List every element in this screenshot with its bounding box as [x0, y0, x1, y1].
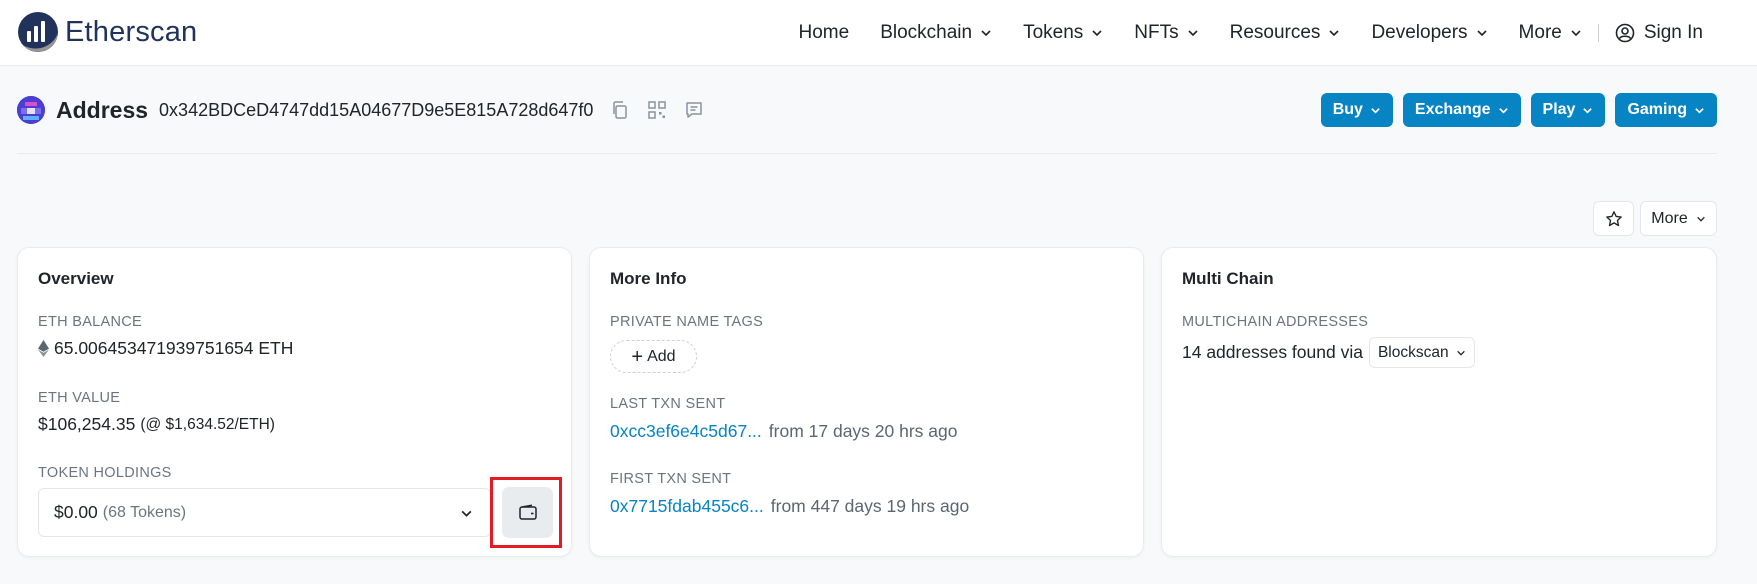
private-tags-label: PRIVATE NAME TAGS: [610, 314, 764, 330]
first-txn-hash-link[interactable]: 0x7715fdab455c6...: [610, 496, 764, 517]
token-holdings-dropdown[interactable]: $0.00 (68 Tokens): [38, 488, 491, 537]
eth-price-rate: (@ $1,634.52/ETH): [140, 415, 275, 433]
sign-in-link[interactable]: Sign In: [1615, 22, 1703, 44]
nav-home[interactable]: Home: [799, 22, 850, 44]
play-button[interactable]: Play: [1530, 93, 1606, 127]
exchange-label: Exchange: [1414, 101, 1491, 118]
nav-nfts[interactable]: NFTs: [1134, 22, 1198, 44]
star-icon: [1605, 210, 1622, 226]
etherscan-logo-icon: [18, 12, 58, 52]
chevron-down-icon: [1476, 30, 1487, 37]
last-txn: 0xcc3ef6e4c5d67... from 17 days 20 hrs a…: [610, 421, 958, 442]
nav-developers[interactable]: Developers: [1371, 22, 1487, 44]
multichain-label: MULTICHAIN ADDRESSES: [1182, 314, 1369, 330]
note-icon[interactable]: [684, 100, 704, 120]
more-label: More: [1651, 209, 1688, 227]
wallet-icon: [518, 503, 537, 520]
buy-button[interactable]: Buy: [1320, 93, 1393, 127]
gaming-button[interactable]: Gaming: [1615, 93, 1717, 127]
nav-tokens-label: Tokens: [1023, 22, 1084, 43]
token-count: (68 Tokens): [102, 503, 187, 521]
eth-value-label: ETH VALUE: [38, 390, 121, 406]
blockscan-label: Blockscan: [1377, 343, 1449, 361]
gaming-label: Gaming: [1627, 101, 1687, 118]
eth-value-amount: $106,254.35: [38, 414, 136, 434]
last-txn-hash-link[interactable]: 0xcc3ef6e4c5d67...: [610, 421, 762, 442]
eth-balance-amount: 65.006453471939751654 ETH: [54, 338, 294, 358]
eth-value: $106,254.35 (@ $1,634.52/ETH): [38, 414, 275, 435]
nav-tokens[interactable]: Tokens: [1023, 22, 1103, 44]
nav-developers-label: Developers: [1371, 22, 1468, 43]
multichain-text: 14 addresses found via: [1182, 342, 1363, 362]
buy-label: Buy: [1332, 101, 1363, 118]
plus-icon: +: [631, 345, 644, 368]
token-holdings-value: $0.00: [54, 502, 98, 522]
overview-card: Overview ETH BALANCE 65.0064534719397516…: [17, 247, 572, 557]
add-label: Add: [647, 347, 676, 365]
multi-chain-card: Multi Chain MULTICHAIN ADDRESSES 14 addr…: [1161, 247, 1717, 557]
top-navbar: Etherscan Home Blockchain Tokens NFTs Re…: [0, 0, 1757, 66]
blockie-icon: [17, 96, 45, 124]
address-title: Address: [56, 96, 149, 123]
chevron-down-icon: [1498, 107, 1508, 114]
address-hash: 0x342BDCeD4747dd15A04677D9e5E815A728d647…: [159, 99, 594, 120]
user-circle-icon: [1615, 23, 1635, 43]
chevron-down-icon: [1188, 30, 1198, 37]
first-txn-time: from 447 days 19 hrs ago: [770, 496, 970, 516]
nav-blockchain[interactable]: Blockchain: [880, 22, 992, 44]
blockscan-dropdown[interactable]: Blockscan: [1368, 337, 1475, 368]
nav-divider: [1597, 24, 1599, 42]
qr-code-icon[interactable]: [647, 100, 667, 120]
chevron-down-icon: [1583, 107, 1593, 114]
chevron-down-icon: [1695, 107, 1704, 114]
nav-resources-label: Resources: [1229, 22, 1321, 43]
favorite-button[interactable]: [1593, 201, 1634, 236]
nav-resources[interactable]: Resources: [1230, 22, 1341, 44]
sign-in-label: Sign In: [1643, 22, 1703, 43]
add-name-tag-button[interactable]: + Add: [610, 340, 697, 373]
chevron-down-icon: [1329, 30, 1340, 37]
nav-home-label: Home: [798, 22, 850, 43]
first-txn-label: FIRST TXN SENT: [610, 471, 732, 487]
nav-blockchain-label: Blockchain: [880, 22, 973, 43]
multi-chain-title: Multi Chain: [1182, 269, 1274, 288]
chevron-down-icon: [1456, 350, 1465, 356]
nav-more[interactable]: More: [1519, 22, 1582, 44]
first-txn: 0x7715fdab455c6... from 447 days 19 hrs …: [610, 496, 969, 517]
token-wallet-button[interactable]: [502, 487, 553, 538]
sponsored-buttons: Buy Exchange Play Gaming: [1311, 93, 1717, 127]
eth-balance-label: ETH BALANCE: [38, 314, 143, 330]
main-nav: Home Blockchain Tokens NFTs Resources De…: [768, 0, 1704, 66]
more-dropdown[interactable]: More: [1640, 201, 1717, 236]
etherscan-logo[interactable]: Etherscan: [17, 11, 197, 53]
copy-icon[interactable]: [610, 100, 630, 120]
address-header: Address 0x342BDCeD4747dd15A04677D9e5E815…: [17, 93, 704, 127]
overview-title: Overview: [38, 269, 114, 288]
nav-nfts-label: NFTs: [1134, 22, 1179, 43]
chevron-down-icon: [1696, 216, 1705, 222]
chevron-down-icon: [981, 30, 991, 37]
exchange-button[interactable]: Exchange: [1402, 93, 1521, 127]
more-info-title: More Info: [610, 269, 687, 288]
logo-text: Etherscan: [65, 15, 198, 48]
play-label: Play: [1542, 101, 1576, 118]
more-info-card: More Info PRIVATE NAME TAGS + Add LAST T…: [589, 247, 1144, 557]
chevron-down-icon: [1092, 30, 1102, 37]
multichain-info: 14 addresses found via Blockscan: [1182, 337, 1475, 368]
chevron-down-icon: [461, 510, 472, 517]
last-txn-label: LAST TXN SENT: [610, 396, 726, 412]
last-txn-time: from 17 days 20 hrs ago: [768, 421, 958, 441]
address-avatar: [17, 96, 45, 124]
chevron-down-icon: [1371, 107, 1380, 114]
section-divider: [17, 153, 1717, 154]
token-holdings-label: TOKEN HOLDINGS: [38, 465, 172, 481]
nav-more-label: More: [1518, 22, 1562, 43]
eth-balance-value: 65.006453471939751654 ETH: [38, 338, 293, 359]
ethereum-icon: [38, 340, 49, 357]
chevron-down-icon: [1571, 30, 1581, 37]
